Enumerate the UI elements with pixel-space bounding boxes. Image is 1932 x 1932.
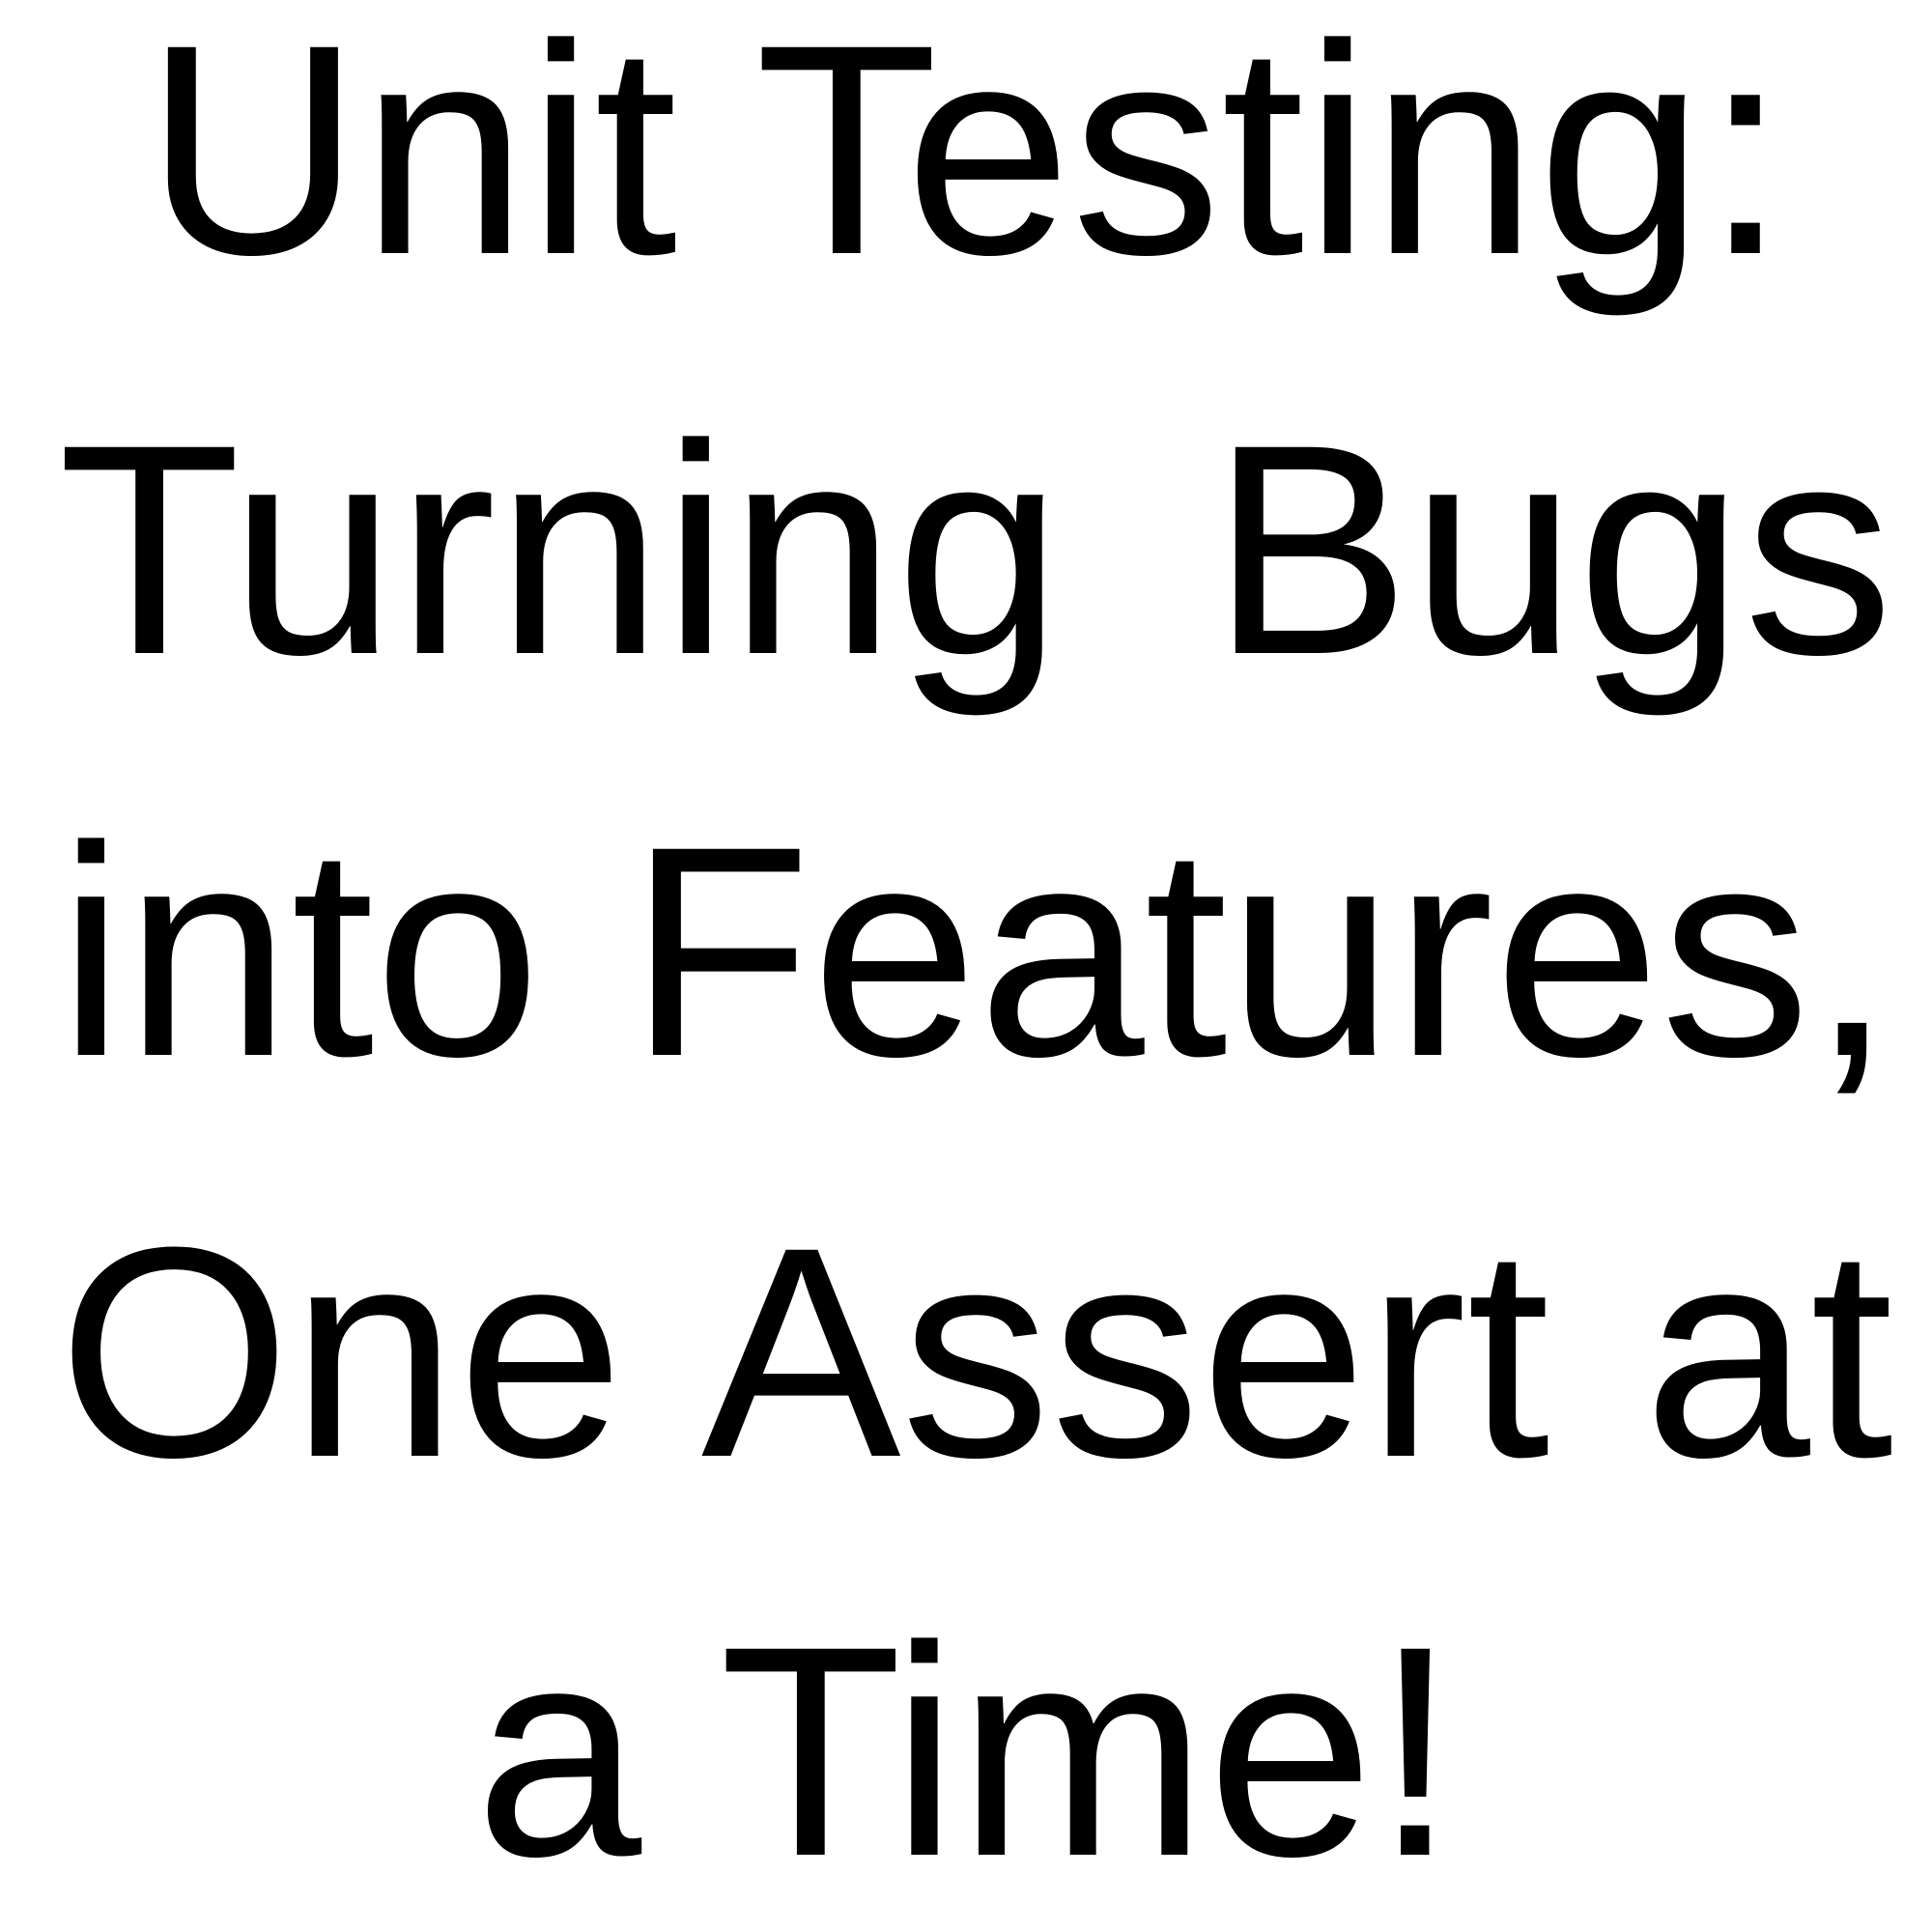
title-line-4: One Assert at — [58, 1184, 1893, 1520]
title-line-5: a Time! — [474, 1583, 1458, 1918]
title-line-2: Turning Bugs — [58, 382, 1893, 717]
title-line-3: into Features, — [58, 783, 1893, 1119]
title-poster: Unit Testing: Turning Bugs into Features… — [0, 0, 1932, 1932]
title-line-1: Unit Testing: — [144, 0, 1788, 317]
